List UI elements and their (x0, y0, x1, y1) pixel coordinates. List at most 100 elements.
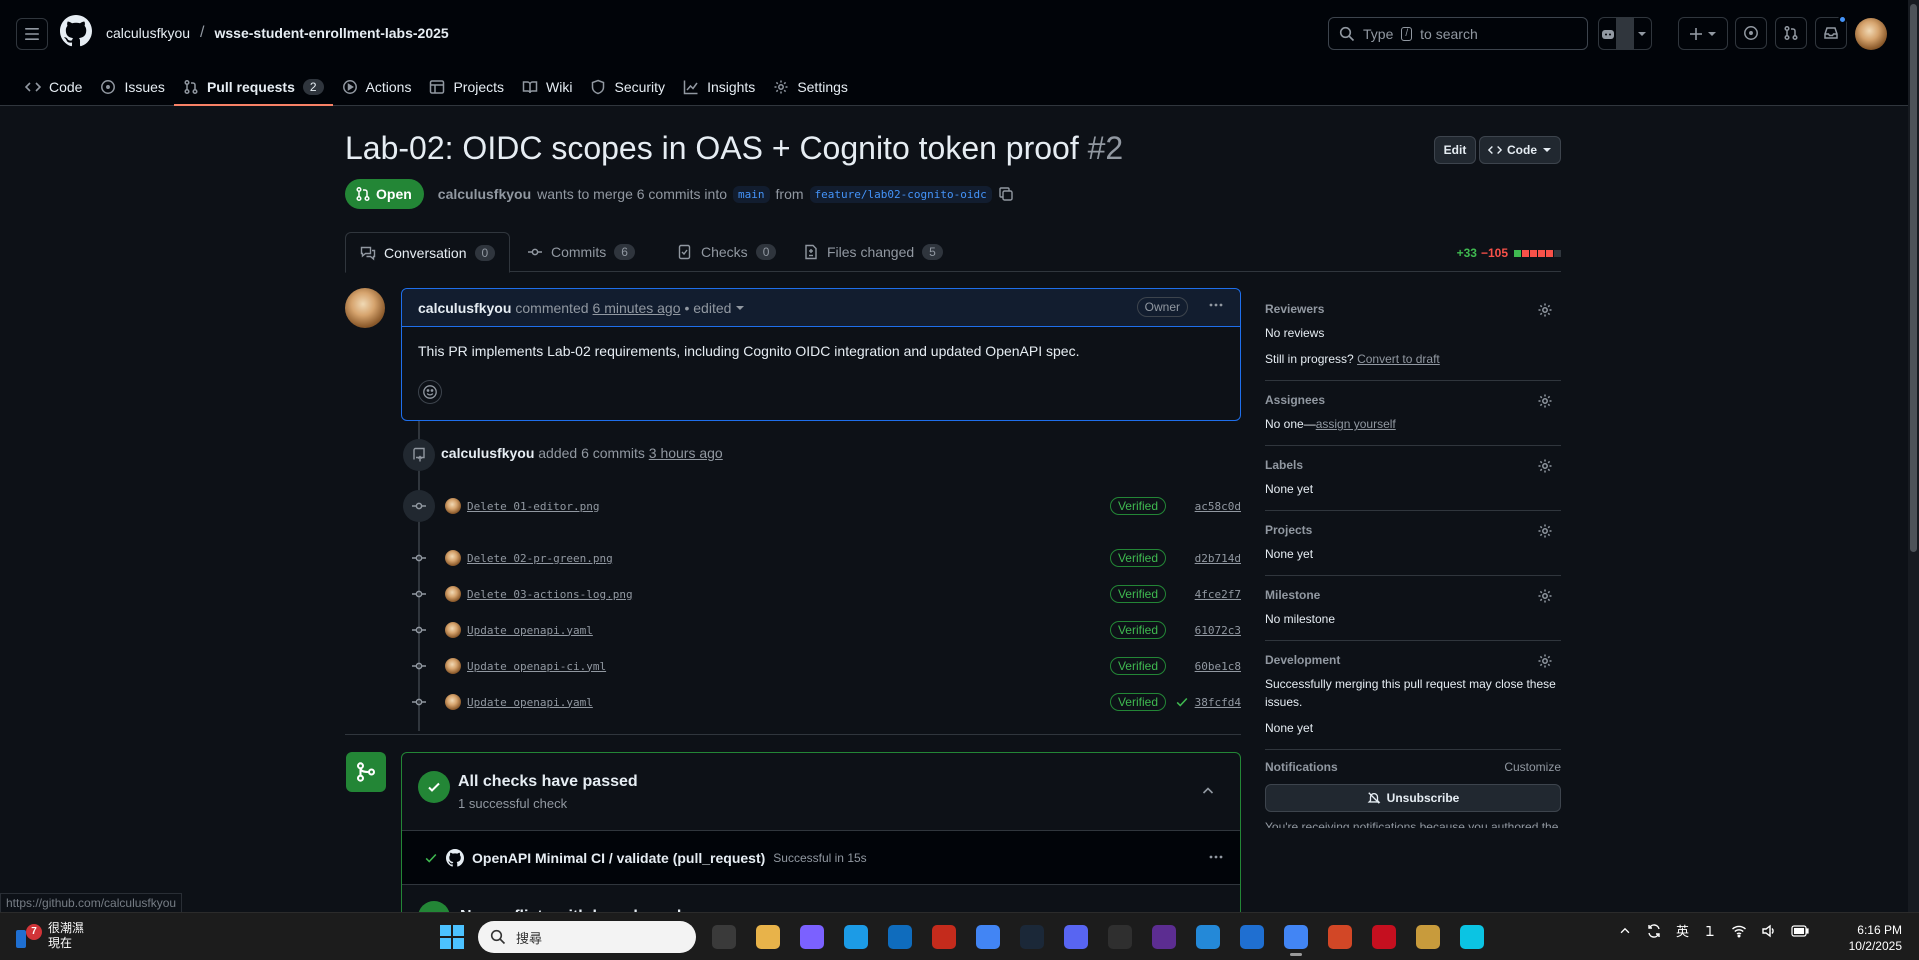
commit-message[interactable]: Update openapi.yaml (467, 696, 593, 709)
chevron-down-icon[interactable] (735, 303, 745, 313)
avatar[interactable] (445, 498, 461, 514)
visual-studio-icon[interactable] (1146, 921, 1182, 953)
file-explorer-icon[interactable] (750, 921, 786, 953)
app-icon[interactable] (1366, 921, 1402, 953)
verified-badge[interactable]: Verified (1109, 621, 1166, 639)
sidebar-heading[interactable]: Reviewers (1265, 302, 1561, 316)
tab-issues[interactable]: Issues (91, 68, 173, 106)
pull-requests-button[interactable] (1775, 17, 1807, 49)
unsubscribe-button[interactable]: Unsubscribe (1265, 784, 1561, 812)
gear-icon[interactable] (1537, 393, 1553, 409)
chrome-active-icon[interactable] (1278, 921, 1314, 956)
chrome-icon[interactable] (970, 921, 1006, 953)
tab-files-changed[interactable]: Files changed 5 (789, 232, 957, 272)
code-button[interactable]: Code (1479, 136, 1561, 164)
sidebar-heading[interactable]: Milestone (1265, 588, 1561, 602)
commit-sha[interactable]: 38fcfd4 (1195, 696, 1241, 709)
verified-badge[interactable]: Verified (1109, 497, 1166, 515)
commit-sha[interactable]: 60be1c8 (1195, 660, 1241, 673)
verified-badge[interactable]: Verified (1109, 657, 1166, 675)
github-logo-icon[interactable] (60, 15, 92, 47)
tab-insights[interactable]: Insights (674, 68, 764, 106)
powerpoint-icon[interactable] (1322, 921, 1358, 953)
tab-wiki[interactable]: Wiki (513, 68, 581, 106)
garena-icon[interactable] (926, 921, 962, 953)
tab-actions[interactable]: Actions (333, 68, 421, 106)
discord-icon[interactable] (1058, 921, 1094, 953)
chevron-up-icon[interactable] (1200, 783, 1216, 799)
league-client-icon[interactable] (1410, 921, 1446, 953)
chevron-down-icon[interactable] (1634, 29, 1651, 39)
sidebar-heading[interactable]: Projects (1265, 523, 1561, 537)
commit-sha[interactable]: 61072c3 (1195, 624, 1241, 637)
search-input[interactable]: Type / to search (1328, 17, 1588, 50)
sync-icon[interactable] (1646, 923, 1662, 939)
kebab-horizontal-icon[interactable] (1208, 849, 1224, 865)
taskbar-search[interactable]: 搜尋 (478, 921, 696, 953)
avatar[interactable] (445, 586, 461, 602)
convert-to-draft-link[interactable]: Convert to draft (1357, 352, 1440, 366)
outlook-icon[interactable] (882, 921, 918, 953)
pr-author-link[interactable]: calculusfkyou (438, 186, 531, 202)
gear-icon[interactable] (1537, 653, 1553, 669)
commit-message[interactable]: Delete 01-editor.png (467, 500, 599, 513)
sidebar-heading[interactable]: Assignees (1265, 393, 1561, 407)
avatar[interactable] (445, 550, 461, 566)
vscode-icon[interactable] (1190, 921, 1226, 953)
base-branch[interactable]: main (733, 185, 770, 203)
check-row[interactable]: OpenAPI Minimal CI / validate (pull_requ… (402, 831, 1240, 885)
task-view-icon[interactable] (706, 921, 742, 953)
tab-commits[interactable]: Commits 6 (513, 232, 649, 272)
commit-message[interactable]: Delete 03-actions-log.png (467, 588, 633, 601)
verified-badge[interactable]: Verified (1109, 693, 1166, 711)
head-branch[interactable]: feature/lab02-cognito-oidc (809, 185, 992, 203)
tab-pull-requests[interactable]: Pull requests 2 (173, 68, 333, 106)
kebab-horizontal-icon[interactable] (1208, 297, 1224, 313)
copy-icon[interactable] (998, 186, 1014, 202)
windows-start-icon[interactable] (440, 925, 464, 949)
gear-icon[interactable] (1537, 523, 1553, 539)
user-avatar[interactable] (1855, 18, 1887, 50)
create-new-button[interactable] (1678, 17, 1728, 50)
check-icon[interactable] (1175, 695, 1189, 709)
wifi-icon[interactable] (1731, 923, 1747, 939)
copilot-app-icon[interactable] (794, 921, 830, 953)
ime-indicator[interactable]: 英 (1676, 921, 1689, 940)
commit-message[interactable]: Update openapi-ci.yml (467, 660, 606, 673)
gear-icon[interactable] (1537, 302, 1553, 318)
app-icon[interactable] (1234, 921, 1270, 953)
tab-code[interactable]: Code (16, 68, 91, 106)
gear-icon[interactable] (1537, 458, 1553, 474)
customize-link[interactable]: Customize (1504, 760, 1561, 774)
weather-widget[interactable]: 7 很潮濕 現在 (16, 921, 84, 951)
scrollbar-thumb[interactable] (1910, 4, 1917, 552)
avatar[interactable] (345, 288, 385, 328)
chevron-up-icon[interactable] (1618, 924, 1632, 938)
push-author[interactable]: calculusfkyou (441, 445, 534, 461)
edit-button[interactable]: Edit (1434, 136, 1476, 164)
tab-settings[interactable]: Settings (764, 68, 857, 106)
league-game-icon[interactable] (1454, 921, 1490, 953)
volume-icon[interactable] (1761, 923, 1777, 939)
check-name[interactable]: OpenAPI Minimal CI / validate (pull_requ… (472, 850, 765, 866)
tab-checks[interactable]: Checks 0 (663, 232, 790, 272)
avatar[interactable] (445, 658, 461, 674)
scrollbar[interactable] (1908, 0, 1919, 912)
tab-projects[interactable]: Projects (420, 68, 513, 106)
assign-yourself-link[interactable]: assign yourself (1316, 417, 1396, 431)
add-reaction-button[interactable] (418, 380, 442, 404)
issues-button[interactable] (1735, 17, 1767, 49)
comment-time[interactable]: 6 minutes ago (593, 300, 681, 316)
comment-edited[interactable]: • edited (684, 300, 731, 316)
commit-sha[interactable]: ac58c0d (1195, 500, 1241, 513)
avatar[interactable] (445, 694, 461, 710)
verified-badge[interactable]: Verified (1109, 585, 1166, 603)
commit-message[interactable]: Delete 02-pr-green.png (467, 552, 613, 565)
system-clock[interactable]: 6:16 PM 10/2/2025 (1838, 922, 1902, 954)
commit-sha[interactable]: d2b714d (1195, 552, 1241, 565)
commit-sha[interactable]: 4fce2f7 (1195, 588, 1241, 601)
steam-icon[interactable] (1014, 921, 1050, 953)
battery-icon[interactable] (1791, 924, 1809, 937)
gear-icon[interactable] (1537, 588, 1553, 604)
push-time[interactable]: 3 hours ago (649, 445, 723, 461)
